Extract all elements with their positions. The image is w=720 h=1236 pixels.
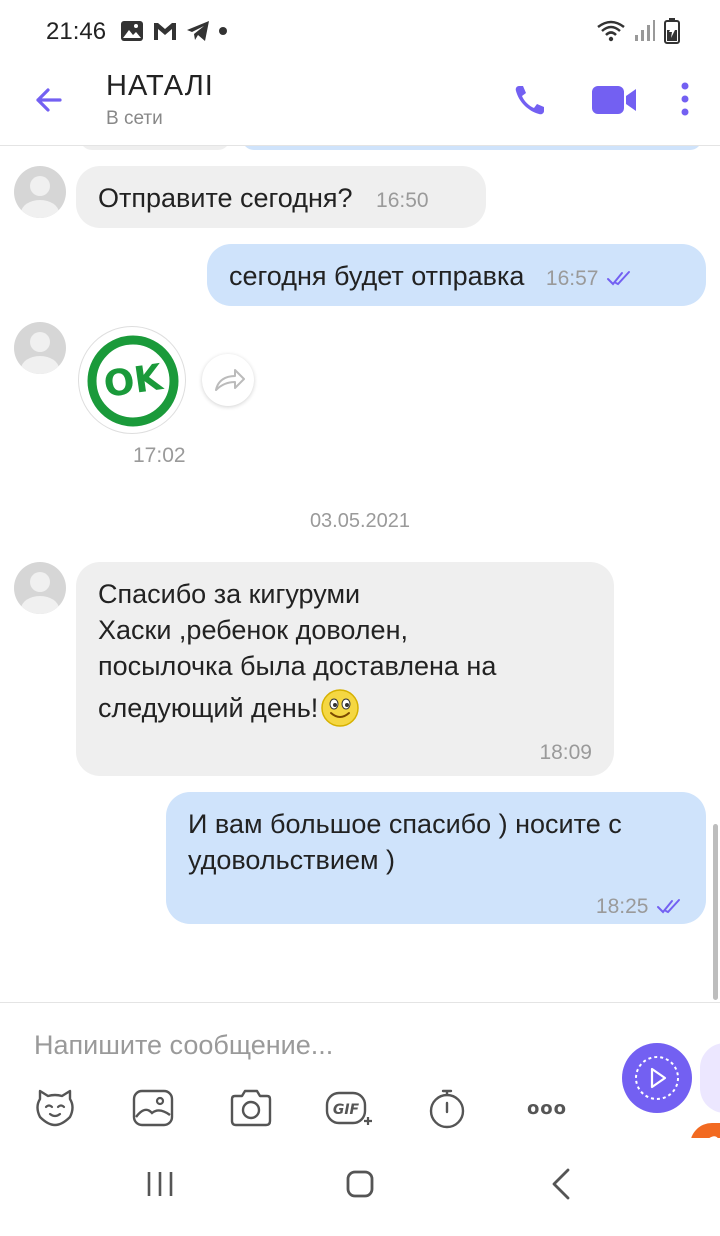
partial-message [80, 146, 230, 150]
gif-label: GIF [333, 1102, 360, 1118]
more-vertical-icon[interactable] [670, 78, 700, 122]
battery-icon [664, 18, 680, 44]
message-list[interactable]: Отправите сегодня? 16:50 сегодня будет о… [0, 146, 720, 1002]
read-checkmark-icon [657, 898, 680, 914]
message-time: 18:25 [595, 895, 649, 918]
notification-icons [120, 20, 228, 42]
back-icon[interactable] [542, 1164, 582, 1204]
wifi-icon [597, 20, 625, 42]
gallery-icon [121, 21, 143, 41]
dot-icon [219, 27, 227, 35]
ok-sticker[interactable]: OK [78, 326, 186, 434]
recent-apps-icon[interactable] [140, 1164, 180, 1204]
sticker-text: OK [101, 357, 166, 406]
video-call-icon[interactable] [590, 82, 638, 118]
signal-icon [635, 20, 655, 41]
message-line: удовольствием ) [188, 845, 396, 875]
sticker-icon[interactable] [32, 1085, 78, 1131]
ok-sticker-image: OK [87, 335, 179, 427]
message-bubble-incoming[interactable]: Отправите сегодня? 16:50 [76, 166, 486, 228]
more-label: ooo [527, 1098, 567, 1119]
gif-icon: GIF [325, 1091, 372, 1125]
message-line: Хаски ,ребенок доволен, [98, 615, 408, 645]
message-line: Спасибо за кигуруми [98, 579, 361, 609]
date-separator: 03.05.2021 [309, 510, 411, 532]
camera-icon[interactable] [228, 1085, 274, 1131]
smiley-emoji-icon [321, 689, 360, 727]
share-arrow-icon [215, 369, 245, 391]
play-circle-icon [635, 1056, 679, 1100]
mail-icon [154, 23, 176, 40]
message-line: следующий день! [98, 693, 319, 723]
read-checkmark-icon [607, 270, 630, 286]
home-icon[interactable] [340, 1164, 380, 1204]
message-time: 16:50 [376, 189, 429, 212]
system-icons [596, 18, 680, 44]
contact-name[interactable]: НАТАЛІ [106, 70, 214, 103]
more-horizontal-icon: ooo [527, 1098, 567, 1119]
message-input[interactable] [34, 1025, 594, 1065]
message-text: Отправите сегодня? [98, 183, 353, 213]
message-line: посылочка была доставлена на [98, 651, 497, 681]
timer-icon[interactable] [424, 1085, 470, 1131]
message-bubble-incoming[interactable]: Спасибо за кигуруми Хаски ,ребенок довол… [76, 562, 614, 776]
status-time: 21:46 [46, 18, 107, 45]
partial-message [242, 146, 702, 150]
contact-avatar[interactable] [14, 322, 66, 374]
message-line: И вам большое спасибо ) носите с [188, 809, 622, 839]
status-bar: 21:46 [0, 0, 720, 62]
gif-button[interactable]: GIF [324, 1085, 372, 1131]
message-time: 18:09 [539, 741, 592, 764]
contact-avatar[interactable] [14, 166, 66, 218]
system-navigation-bar [0, 1138, 720, 1236]
more-options-button[interactable]: ooo [522, 1085, 572, 1131]
share-button[interactable] [202, 354, 254, 406]
secondary-action-button[interactable] [700, 1043, 720, 1113]
back-arrow-icon[interactable] [30, 80, 70, 120]
contact-status: В сети [106, 108, 163, 129]
phone-icon[interactable] [510, 80, 550, 120]
chat-scrollbar[interactable] [713, 824, 718, 1000]
gallery-icon[interactable] [130, 1085, 176, 1131]
message-time: 17:02 [133, 444, 186, 467]
chat-header: НАТАЛІ В сети [0, 62, 720, 146]
message-text: сегодня будет отправка [229, 261, 525, 291]
contact-avatar[interactable] [14, 562, 66, 614]
message-bubble-outgoing[interactable]: сегодня будет отправка 16:57 [207, 244, 706, 306]
telegram-icon [187, 21, 209, 41]
message-bubble-outgoing[interactable]: И вам большое спасибо ) носите с удоволь… [166, 792, 706, 924]
message-time: 16:57 [545, 267, 599, 290]
voice-video-button[interactable] [622, 1043, 692, 1113]
message-composer: GIF ooo [0, 1002, 720, 1163]
